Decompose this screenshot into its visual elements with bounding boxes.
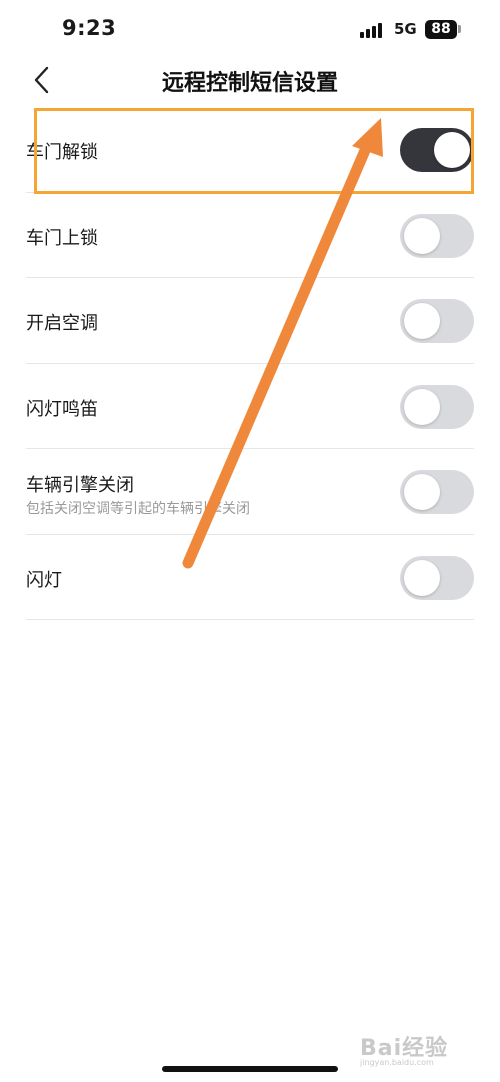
setting-label: 闪灯鸣笛	[26, 398, 98, 420]
toggle-knob	[404, 217, 440, 254]
toggle-knob	[434, 132, 470, 168]
setting-label: 车辆引擎关闭	[26, 475, 134, 496]
toggle-knob	[404, 559, 440, 596]
nav-bar: 远程控制短信设置	[0, 55, 500, 107]
watermark-url: jingyan.baidu.com	[360, 1058, 434, 1067]
toggle-knob	[404, 388, 440, 425]
engine-off-toggle[interactable]	[400, 470, 474, 514]
setting-label: 车门上锁	[26, 227, 98, 249]
flash-horn-toggle[interactable]	[400, 384, 474, 429]
setting-row-ac-on: 开启空调	[26, 278, 474, 364]
network-type: 5G	[394, 20, 417, 38]
flash-toggle[interactable]	[400, 555, 474, 600]
setting-row-door-unlock: 车门解锁	[26, 107, 474, 193]
toggle-knob	[404, 303, 440, 339]
setting-label: 开启空调	[26, 313, 98, 334]
door-lock-toggle[interactable]	[400, 213, 474, 258]
page-title: 远程控制短信设置	[161, 71, 338, 96]
home-indicator[interactable]	[162, 1066, 338, 1072]
setting-label: 闪灯	[26, 569, 62, 591]
signal-icon	[360, 22, 386, 38]
status-bar: 9:23 5G 88	[0, 0, 500, 60]
toggle-knob	[404, 474, 440, 510]
setting-row-flash-horn: 闪灯鸣笛	[26, 364, 474, 449]
battery-tip	[458, 25, 461, 33]
setting-label: 车门解锁	[26, 142, 98, 163]
ac-on-toggle[interactable]	[400, 299, 474, 343]
setting-row-flash: 闪灯	[26, 535, 474, 620]
setting-row-engine-off: 车辆引擎关闭 包括关闭空调等引起的车辆引擎关闭	[26, 449, 474, 535]
setting-row-door-lock: 车门上锁	[26, 193, 474, 278]
status-time: 9:23	[62, 16, 117, 40]
battery-icon: 88	[425, 20, 457, 39]
door-unlock-toggle[interactable]	[400, 128, 474, 172]
setting-subtitle: 包括关闭空调等引起的车辆引擎关闭	[26, 501, 250, 517]
settings-list: 车门解锁 车门上锁 开启空调 闪灯鸣笛 车辆引擎关闭 包括关闭空调等引起的车辆引…	[26, 107, 474, 620]
